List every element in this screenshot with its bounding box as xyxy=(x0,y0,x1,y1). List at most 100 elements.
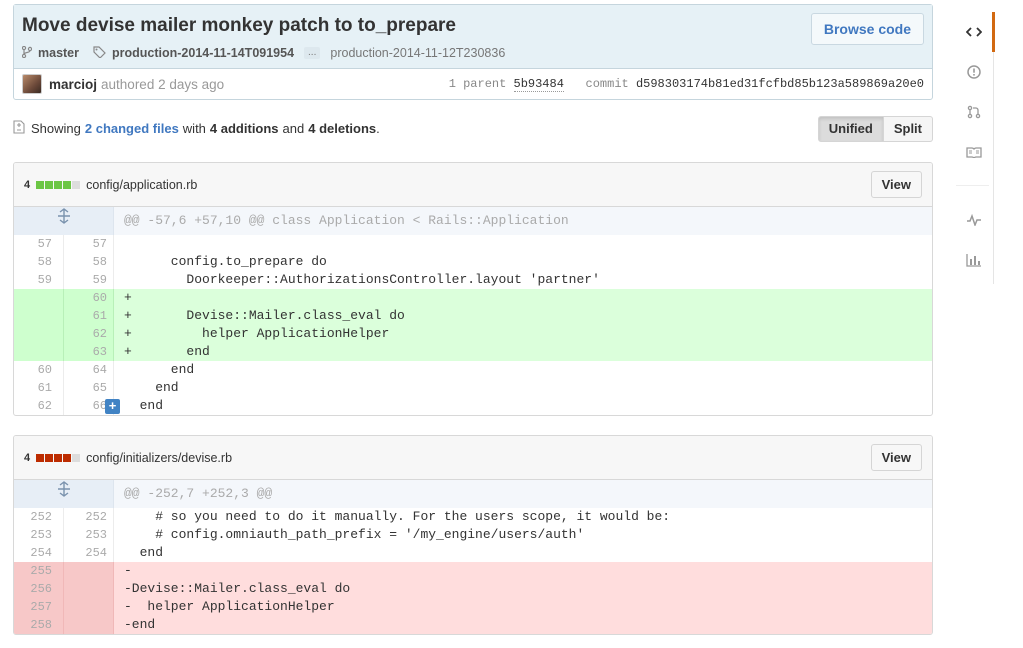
old-line-number[interactable]: 61 xyxy=(14,379,64,397)
diff-line: 257 - helper ApplicationHelper xyxy=(14,598,932,616)
old-line-number[interactable]: 254 xyxy=(14,544,64,562)
line-code: end xyxy=(124,380,179,395)
file-header: 4 config/initializers/devise.rb View xyxy=(14,436,932,480)
change-count: 4 xyxy=(24,451,31,464)
tag-name[interactable]: production-2014-11-14T091954 xyxy=(112,46,294,60)
expand-icon[interactable] xyxy=(14,207,114,235)
ellipsis-button[interactable]: ... xyxy=(304,47,321,59)
view-file-button[interactable]: View xyxy=(870,444,922,471)
commit-header: Move devise mailer monkey patch to to_pr… xyxy=(13,4,933,100)
issue-icon[interactable] xyxy=(956,52,995,92)
commit-meta: marcioj authored 2 days ago 1 parent 5b9… xyxy=(14,69,932,99)
new-line-number[interactable]: 65 xyxy=(64,379,114,397)
new-line-number[interactable]: 60 xyxy=(64,289,114,307)
unified-button[interactable]: Unified xyxy=(817,116,884,142)
diff-line: 252 252 # so you need to do it manually. … xyxy=(14,508,932,526)
line-code: + Devise::Mailer.class_eval do xyxy=(124,308,405,323)
pulse-icon[interactable] xyxy=(956,200,995,240)
new-line-number[interactable]: 59 xyxy=(64,271,114,289)
avatar[interactable] xyxy=(22,74,42,94)
new-line-number[interactable] xyxy=(64,598,114,616)
commit-label: commit xyxy=(585,77,629,91)
old-line-number[interactable]: 256 xyxy=(14,580,64,598)
old-line-number[interactable]: 60 xyxy=(14,361,64,379)
repo-sidebar xyxy=(956,12,995,284)
diff-line: 62 + helper ApplicationHelper xyxy=(14,325,932,343)
diff-line: 62 66 + end xyxy=(14,397,932,415)
diff-line: 63 + end xyxy=(14,343,932,361)
new-line-number[interactable]: 252 xyxy=(64,508,114,526)
author-name[interactable]: marcioj xyxy=(49,77,97,92)
new-line-number[interactable]: 61 xyxy=(64,307,114,325)
wiki-icon[interactable] xyxy=(956,132,995,172)
new-line-number[interactable]: 58 xyxy=(64,253,114,271)
file-name[interactable]: config/initializers/devise.rb xyxy=(86,451,232,465)
diffstat xyxy=(36,453,81,462)
old-line-number[interactable]: 58 xyxy=(14,253,64,271)
commit-sha: d598303174b81ed31fcfbd85b123a589869a20e0 xyxy=(635,77,924,91)
parent-label: 1 parent xyxy=(448,77,507,91)
new-line-number[interactable]: 63 xyxy=(64,343,114,361)
file-name[interactable]: config/application.rb xyxy=(86,178,197,192)
diff-line: 60 + xyxy=(14,289,932,307)
diff-toc: Showing 2 changed files with 4 additions… xyxy=(13,116,933,142)
new-line-number[interactable]: 66 + xyxy=(64,397,120,415)
diff-lines: 57 57 58 58 config.to_prepare do 59 59 Doorke… xyxy=(14,235,932,415)
view-file-button[interactable]: View xyxy=(870,171,922,198)
hunk-text: @@ -252,7 +252,3 @@ xyxy=(124,486,273,501)
old-line-number[interactable] xyxy=(14,325,64,343)
add-line-comment-button[interactable]: + xyxy=(105,399,120,414)
new-line-number[interactable]: 62 xyxy=(64,325,114,343)
hunk-text: @@ -57,6 +57,10 @@ class Application < R… xyxy=(124,213,569,228)
branch-name[interactable]: master xyxy=(38,46,79,60)
diff-summary: Showing 2 changed files with 4 additions… xyxy=(13,120,380,137)
diffstat-block-del xyxy=(63,453,72,462)
additions-count: 4 additions xyxy=(209,121,279,136)
new-line-number[interactable]: 64 xyxy=(64,361,114,379)
parent-sha-link[interactable]: 5b93484 xyxy=(513,77,564,92)
line-code: end xyxy=(124,398,164,413)
old-line-number[interactable]: 252 xyxy=(14,508,64,526)
changed-files-link[interactable]: 2 changed files xyxy=(85,121,179,136)
line-code: end xyxy=(124,362,195,377)
line-code: # so you need to do it manually. For the… xyxy=(124,509,671,524)
new-line-number[interactable] xyxy=(64,580,114,598)
old-line-number[interactable]: 257 xyxy=(14,598,64,616)
diff-lines: 252 252 # so you need to do it manually. … xyxy=(14,508,932,634)
new-line-number[interactable]: 254 xyxy=(64,544,114,562)
graph-icon[interactable] xyxy=(956,240,995,280)
authored-time: authored 2 days ago xyxy=(101,76,225,92)
previous-tag[interactable]: production-2014-11-12T230836 xyxy=(330,46,505,60)
diff-line: 61 + Devise::Mailer.class_eval do xyxy=(14,307,932,325)
old-line-number[interactable]: 62 xyxy=(14,397,64,415)
line-code: -end xyxy=(124,617,156,632)
old-line-number[interactable]: 59 xyxy=(14,271,64,289)
old-line-number[interactable]: 253 xyxy=(14,526,64,544)
line-code: # config.omniauth_path_prefix = '/my_eng… xyxy=(124,527,585,542)
new-line-number[interactable]: 57 xyxy=(64,235,114,253)
file-diff: 4 config/application.rb View @@ -57,6 +5… xyxy=(13,162,933,416)
new-line-number[interactable]: 253 xyxy=(64,526,114,544)
diff-line: 256 -Devise::Mailer.class_eval do xyxy=(14,580,932,598)
diffstat-block-neutral xyxy=(72,453,81,462)
code-icon[interactable] xyxy=(956,12,995,52)
old-line-number[interactable]: 258 xyxy=(14,616,64,634)
pull-request-icon[interactable] xyxy=(956,92,995,132)
old-line-number[interactable]: 255 xyxy=(14,562,64,580)
tag-icon xyxy=(93,45,106,61)
diff-line: 61 65 end xyxy=(14,379,932,397)
new-line-number[interactable] xyxy=(64,562,114,580)
hunk-header: @@ -252,7 +252,3 @@ xyxy=(14,480,932,508)
diff-line: 60 64 end xyxy=(14,361,932,379)
new-line-number[interactable] xyxy=(64,616,114,634)
split-button[interactable]: Split xyxy=(883,116,933,142)
expand-icon[interactable] xyxy=(14,480,114,508)
old-line-number[interactable]: 57 xyxy=(14,235,64,253)
old-line-number[interactable] xyxy=(14,307,64,325)
deletions-count: 4 deletions xyxy=(308,121,377,136)
diffstat-block-add xyxy=(45,180,54,189)
old-line-number[interactable] xyxy=(14,343,64,361)
old-line-number[interactable] xyxy=(14,289,64,307)
browse-code-button[interactable]: Browse code xyxy=(810,13,924,45)
line-code: - xyxy=(124,563,132,578)
